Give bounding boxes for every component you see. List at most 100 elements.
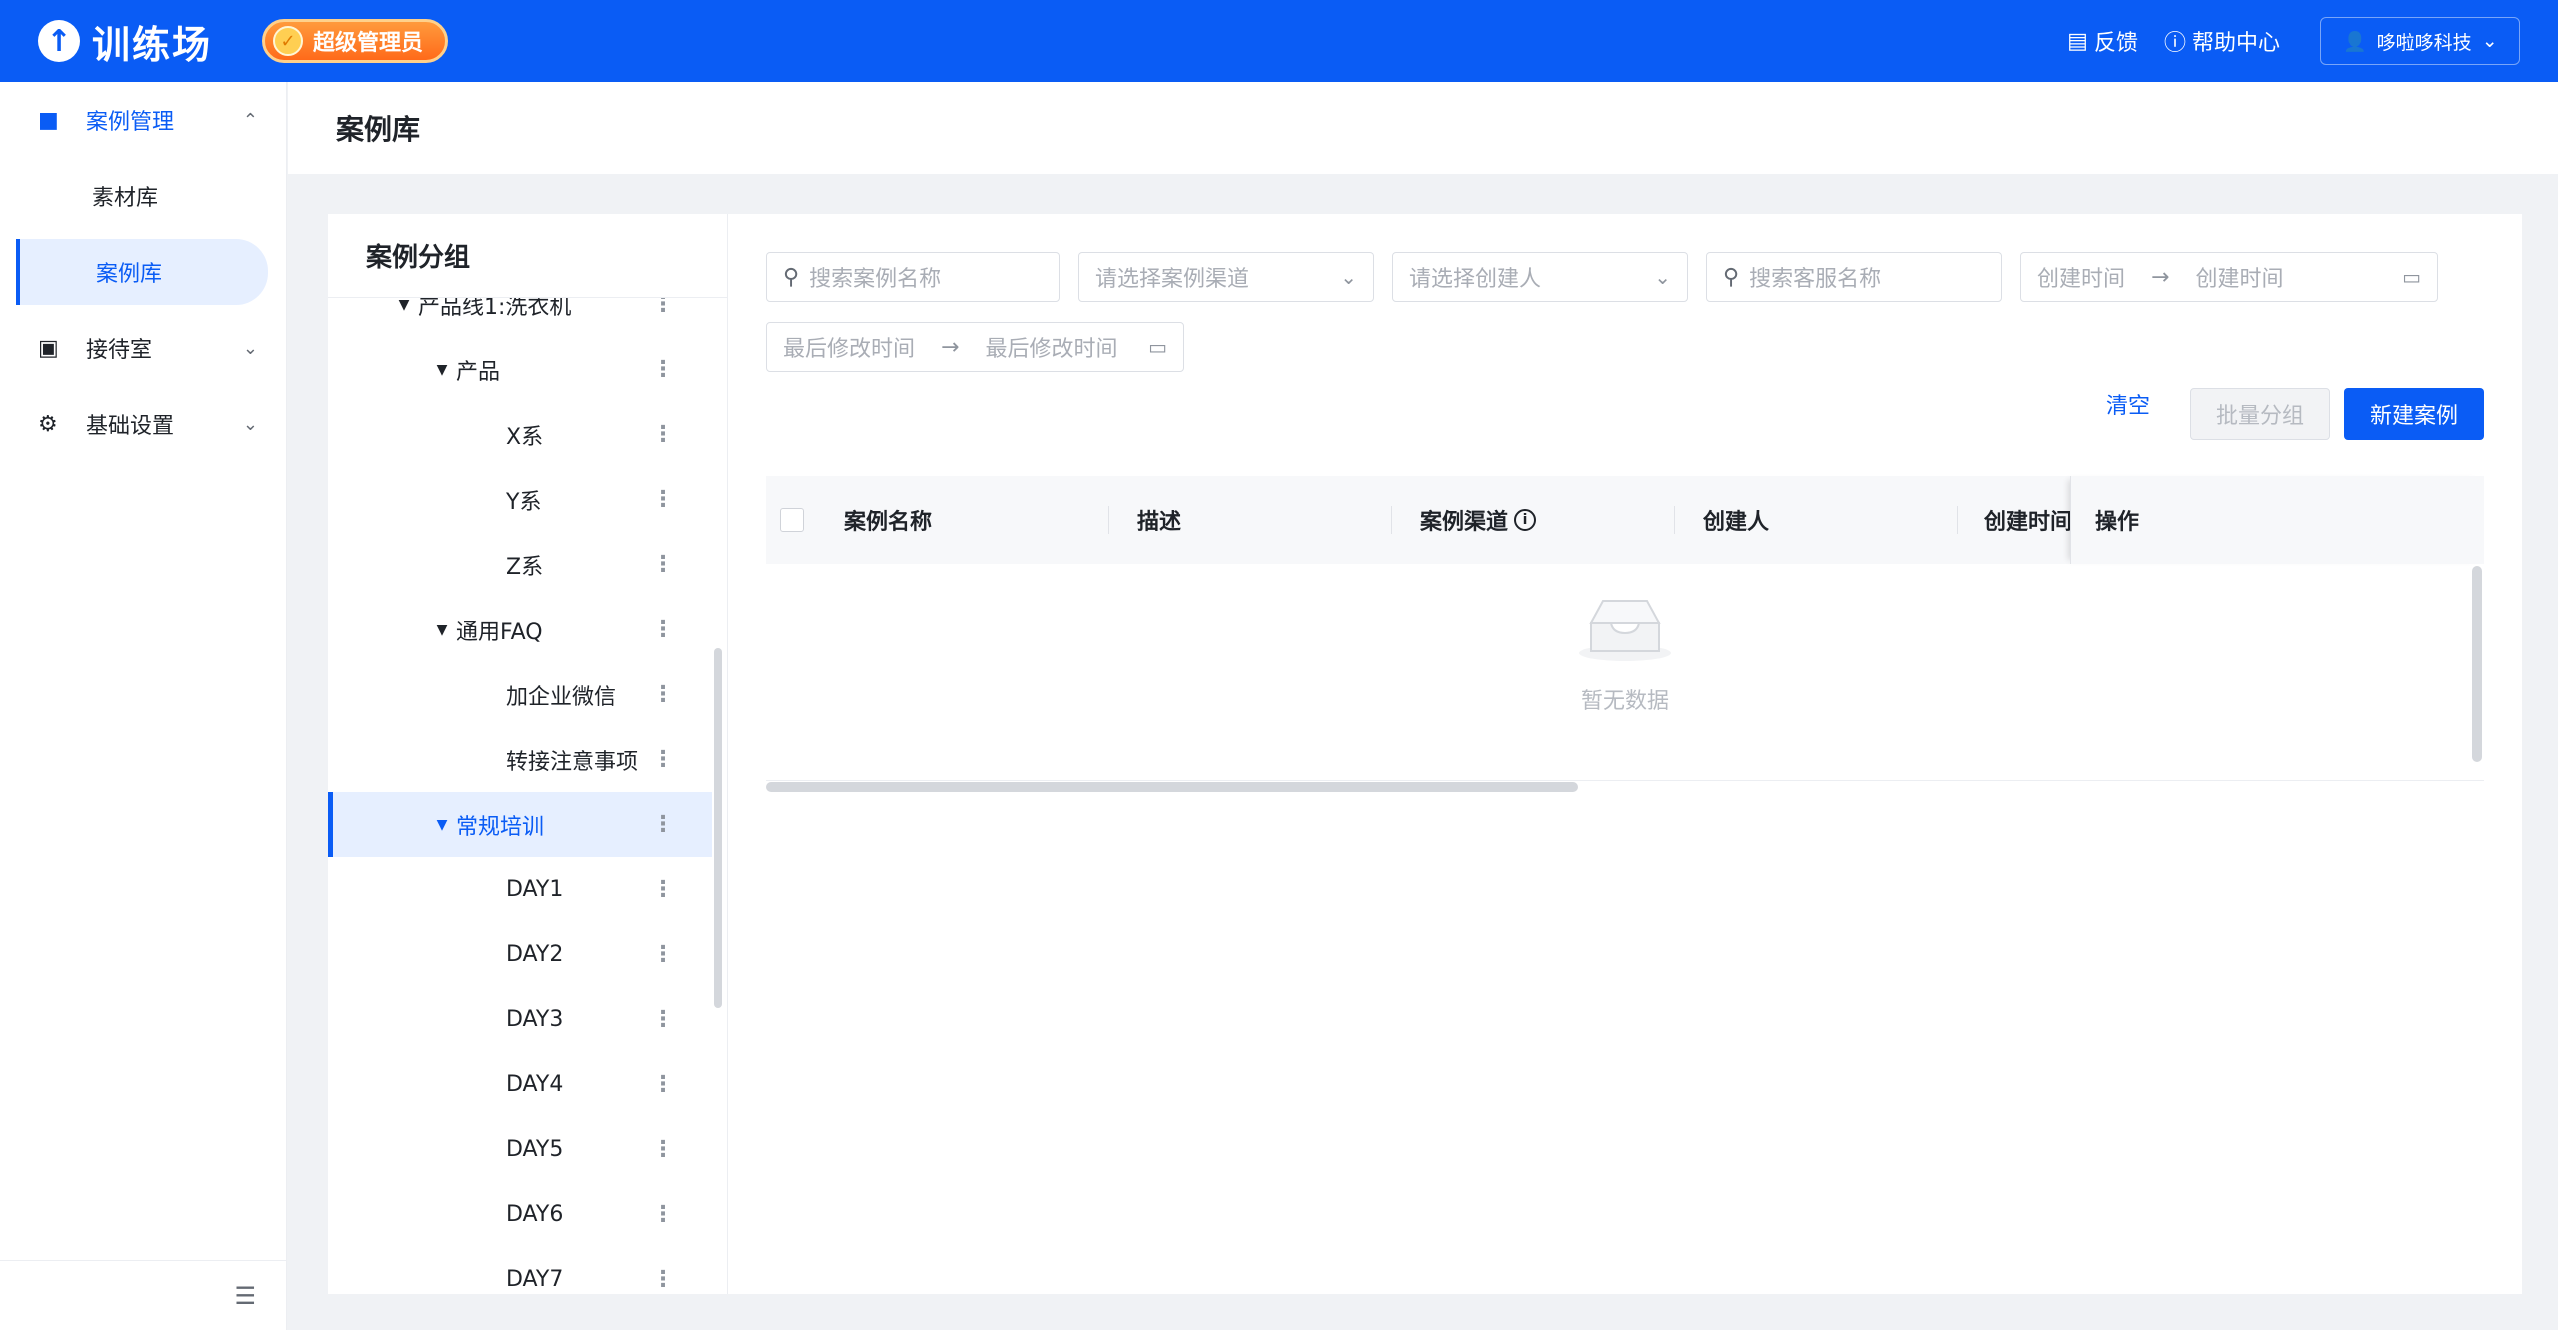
- creator-select[interactable]: 请选择创建人 ⌄: [1392, 252, 1688, 302]
- select-all-cell: [766, 476, 826, 564]
- more-icon[interactable]: ⋮: [652, 682, 674, 707]
- sidebar-item-label: 接待室: [86, 338, 153, 363]
- more-icon[interactable]: ⋮: [652, 422, 674, 447]
- agent-placeholder: 搜索客服名称: [1749, 267, 1882, 292]
- sidebar-item-material-library[interactable]: 素材库: [0, 158, 286, 234]
- feedback-label: 反馈: [2093, 31, 2138, 56]
- more-icon[interactable]: ⋮: [652, 487, 674, 512]
- calendar-icon: ▭: [1148, 335, 1167, 359]
- tree-node[interactable]: DAY2 ⋮: [328, 922, 712, 987]
- caret-down-icon[interactable]: ▼: [428, 362, 456, 378]
- column-label: 描述: [1137, 510, 1182, 535]
- more-icon[interactable]: ⋮: [652, 747, 674, 772]
- more-icon[interactable]: ⋮: [652, 298, 674, 317]
- select-all-checkbox[interactable]: [780, 508, 804, 532]
- tree-node[interactable]: Y系 ⋮: [328, 467, 712, 532]
- chevron-down-icon: ⌄: [1340, 265, 1357, 289]
- more-icon[interactable]: ⋮: [652, 1202, 674, 1227]
- tree-node[interactable]: 转接注意事项 ⋮: [328, 727, 712, 792]
- agent-search-input[interactable]: ⚲ 搜索客服名称: [1706, 252, 2002, 302]
- logo-arrow-icon: ↑: [38, 20, 80, 62]
- column-label: 创建时间: [1984, 510, 2073, 535]
- tree-node[interactable]: DAY4 ⋮: [328, 1052, 712, 1117]
- modified-time-range[interactable]: 最后修改时间 → 最后修改时间 ▭: [766, 322, 1184, 372]
- tree-node-label: 产品线1:洗衣机: [418, 298, 572, 320]
- tree-node[interactable]: DAY5 ⋮: [328, 1117, 712, 1182]
- check-badge-icon: ✓: [273, 26, 304, 56]
- tree-node-label: DAY1: [506, 877, 564, 902]
- created-end: 创建时间: [2195, 267, 2284, 292]
- tree-node-label: Y系: [506, 489, 542, 515]
- more-icon[interactable]: ⋮: [652, 1072, 674, 1097]
- tree-node[interactable]: 加企业微信 ⋮: [328, 662, 712, 727]
- feedback-link[interactable]: ▤ 反馈: [2067, 25, 2138, 57]
- more-icon[interactable]: ⋮: [652, 1007, 674, 1032]
- modified-start: 最后修改时间: [783, 337, 916, 362]
- empty-inbox-icon: [1579, 600, 1671, 661]
- tree-scrollbar[interactable]: [714, 648, 722, 1008]
- tree-node-label: DAY4: [506, 1072, 564, 1097]
- group-tree-panel: 案例分组 ▼ 产品线1:洗衣机 ⋮ ▼ 产品 ⋮ X系 ⋮ Y系 ⋮ Z系 ⋮ …: [328, 214, 728, 1294]
- more-icon[interactable]: ⋮: [652, 1267, 674, 1292]
- sidebar-item-basic-settings[interactable]: ⚙ 基础设置 ⌄: [0, 386, 286, 462]
- chevron-down-icon: ⌄: [242, 337, 258, 359]
- tree-node-selected[interactable]: ▼ 常规培训 ⋮: [328, 792, 712, 857]
- case-name-search-input[interactable]: ⚲ 搜索案例名称: [766, 252, 1060, 302]
- column-header: 案例名称: [826, 476, 1109, 564]
- table-vertical-scrollbar[interactable]: [2472, 566, 2482, 762]
- tree-node[interactable]: X系 ⋮: [328, 402, 712, 467]
- sidebar-item-case-management[interactable]: ■ 案例管理 ⌃: [0, 82, 286, 158]
- caret-down-icon[interactable]: ▼: [428, 622, 456, 638]
- tree-node[interactable]: DAY6 ⋮: [328, 1182, 712, 1247]
- tree-node[interactable]: DAY3 ⋮: [328, 987, 712, 1052]
- tree-node-label: DAY3: [506, 1007, 564, 1032]
- more-icon[interactable]: ⋮: [652, 357, 674, 382]
- new-case-button[interactable]: 新建案例: [2344, 388, 2484, 440]
- app-name: 训练场: [92, 22, 213, 67]
- help-center-link[interactable]: ⓘ 帮助中心: [2164, 25, 2280, 57]
- creator-placeholder: 请选择创建人: [1409, 267, 1542, 292]
- user-menu[interactable]: 👤 哆啦哆科技 ⌄: [2320, 17, 2520, 65]
- more-icon[interactable]: ⋮: [652, 552, 674, 577]
- channel-select[interactable]: 请选择案例渠道 ⌄: [1078, 252, 1374, 302]
- tree-node-label: DAY6: [506, 1202, 564, 1227]
- empty-state: 暂无数据: [728, 564, 2522, 744]
- column-label: 案例渠道: [1420, 510, 1509, 535]
- chat-icon: ▣: [38, 335, 59, 361]
- clear-button[interactable]: 清空: [2106, 388, 2150, 420]
- sidebar-item-label: 案例库: [96, 262, 163, 287]
- created-start: 创建时间: [2037, 267, 2126, 292]
- table-horizontal-scrollbar[interactable]: [766, 782, 1578, 792]
- caret-down-icon[interactable]: ▼: [390, 298, 418, 313]
- collapse-menu-icon[interactable]: ☰: [234, 1282, 256, 1310]
- role-badge: ✓ 超级管理员: [262, 19, 449, 63]
- question-icon: ⓘ: [2163, 31, 2186, 56]
- sidebar-item-case-library[interactable]: 案例库: [16, 239, 268, 305]
- tree-node[interactable]: Z系 ⋮: [328, 532, 712, 597]
- column-header: 描述: [1109, 476, 1392, 564]
- sidebar-item-reception[interactable]: ▣ 接待室 ⌄: [0, 310, 286, 386]
- more-icon[interactable]: ⋮: [652, 617, 674, 642]
- column-label: 创建人: [1703, 510, 1770, 535]
- table-header: 案例名称 描述 案例渠道 i 创建人 创建时间 操作: [766, 476, 2484, 564]
- sidebar-item-label: 案例管理: [86, 110, 175, 135]
- column-label: 案例名称: [844, 510, 933, 535]
- tree-node-label: 加企业微信: [506, 684, 617, 710]
- tree-node[interactable]: DAY1 ⋮: [328, 857, 712, 922]
- more-icon[interactable]: ⋮: [652, 942, 674, 967]
- info-icon[interactable]: i: [1514, 509, 1537, 531]
- tree-node[interactable]: DAY7 ⋮: [328, 1247, 712, 1294]
- more-icon[interactable]: ⋮: [652, 1137, 674, 1162]
- more-icon[interactable]: ⋮: [652, 812, 674, 837]
- logo[interactable]: ↑ 训练场: [38, 14, 212, 69]
- feedback-icon: ▤: [2067, 28, 2088, 54]
- tree-node[interactable]: ▼ 产品 ⋮: [328, 337, 712, 402]
- caret-down-icon[interactable]: ▼: [428, 817, 456, 833]
- created-time-range[interactable]: 创建时间 → 创建时间 ▭: [2020, 252, 2438, 302]
- help-center-label: 帮助中心: [2191, 31, 2280, 56]
- role-badge-label: 超级管理员: [313, 31, 424, 56]
- tree-node[interactable]: ▼ 产品线1:洗衣机 ⋮: [328, 298, 712, 337]
- more-icon[interactable]: ⋮: [652, 877, 674, 902]
- batch-group-button[interactable]: 批量分组: [2190, 388, 2330, 440]
- tree-node[interactable]: ▼ 通用FAQ ⋮: [328, 597, 712, 662]
